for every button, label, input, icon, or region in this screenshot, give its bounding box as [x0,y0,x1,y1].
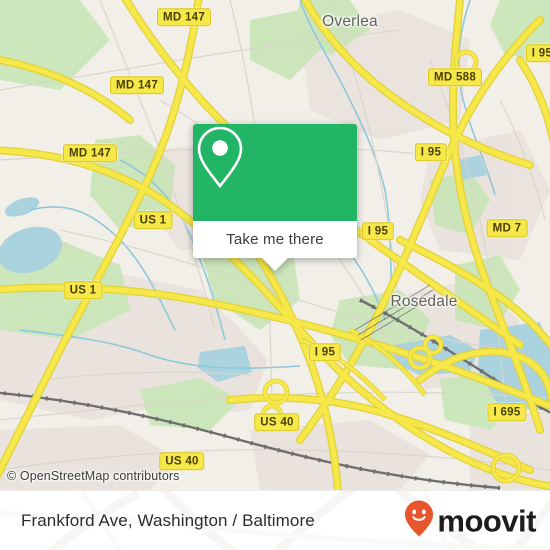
map-attribution[interactable]: © OpenStreetMap contributors [7,469,180,483]
take-me-there-card[interactable]: Take me there [193,124,357,271]
card-icon-area [193,124,357,221]
footer-bar: Frankford Ave, Washington / Baltimore mo… [0,490,550,550]
road-shield-us1: US 1 [63,281,103,299]
card-pointer-tail [262,258,288,271]
map-place-label: Rosedale [390,293,458,310]
map-canvas[interactable]: Overlea Rosedale MD 147 MD 147 MD 147 MD… [0,0,550,490]
road-shield-md147: MD 147 [156,8,212,26]
road-shield-i95: I 95 [525,44,550,62]
road-shield-us40: US 40 [254,413,300,431]
road-shield-md147: MD 147 [62,144,118,162]
moovit-map-screen: Overlea Rosedale MD 147 MD 147 MD 147 MD… [0,0,550,550]
road-shield-us40: US 40 [159,452,205,470]
road-shield-md588: MD 588 [427,68,483,86]
road-shield-i95: I 95 [414,143,448,161]
moovit-smiley-pin-icon [404,500,434,543]
moovit-logo[interactable]: moovit [404,500,536,543]
road-shield-i695: I 695 [487,403,527,421]
road-shield-i95: I 95 [308,343,342,361]
footer-location-title: Frankford Ave, Washington / Baltimore [21,511,315,530]
take-me-there-button[interactable]: Take me there [193,221,357,258]
road-shield-us1: US 1 [133,211,173,229]
map-place-label: Overlea [322,13,378,30]
road-shield-md7: MD 7 [486,219,528,237]
road-shield-md147: MD 147 [109,76,165,94]
moovit-wordmark: moovit [437,503,536,539]
take-me-there-label: Take me there [226,231,324,248]
road-shield-i95: I 95 [361,222,395,240]
